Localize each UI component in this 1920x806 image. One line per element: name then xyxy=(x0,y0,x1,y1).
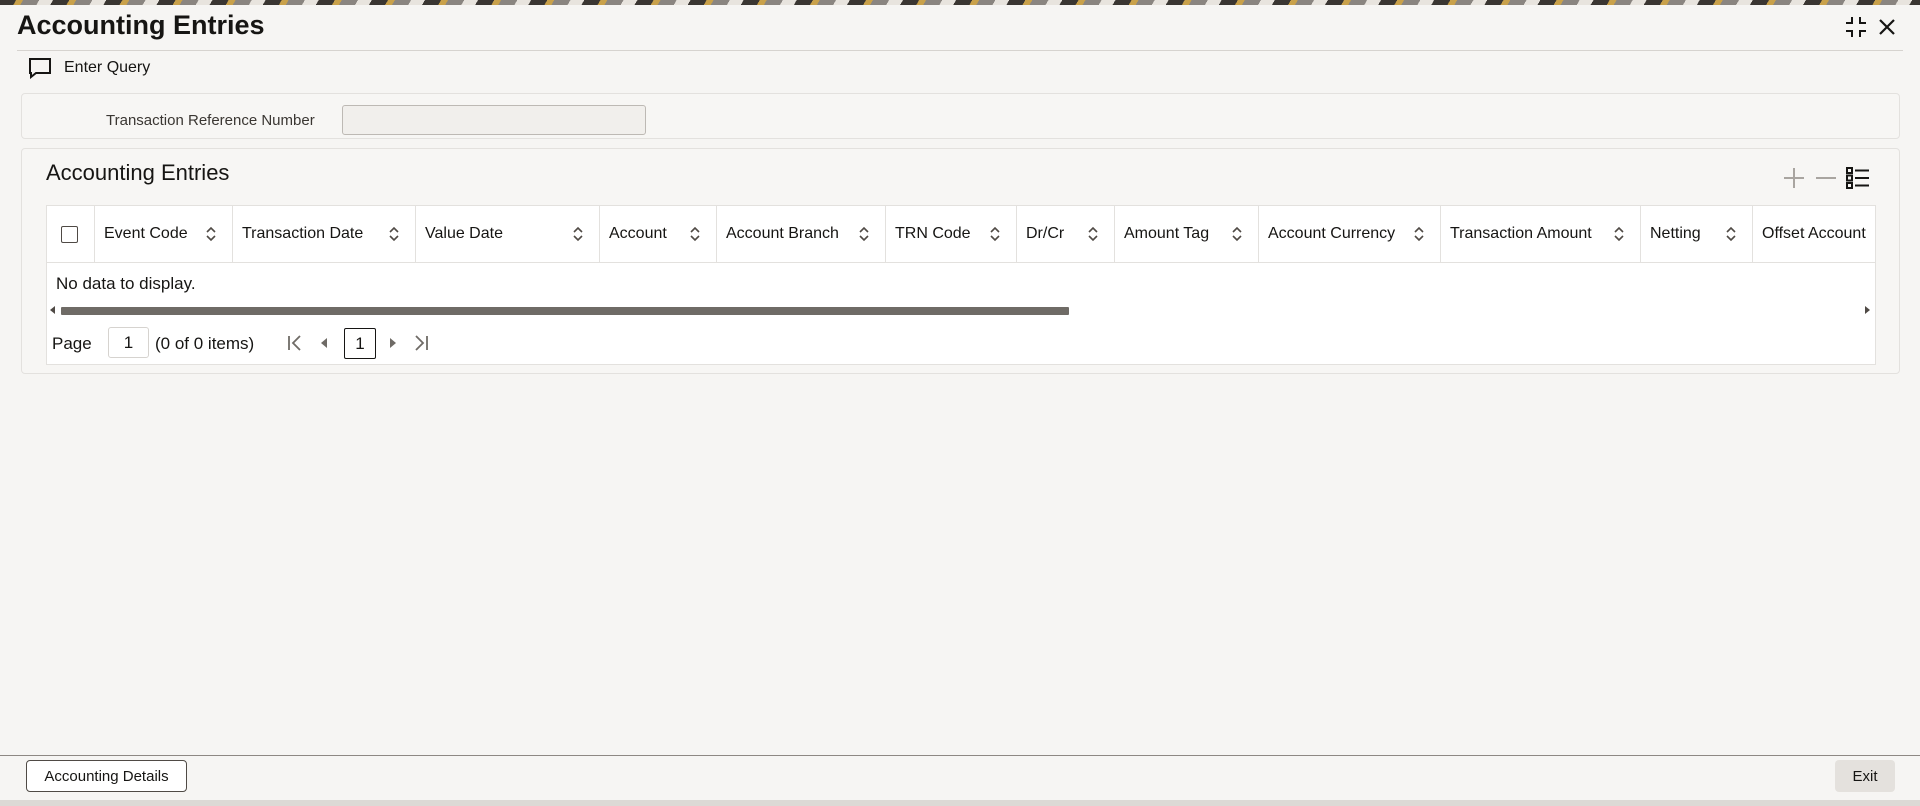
sort-icon xyxy=(1726,226,1736,242)
page-title: Accounting Entries xyxy=(17,10,265,40)
column-header-account-branch[interactable]: Account Branch xyxy=(717,206,886,262)
column-label: Account Currency xyxy=(1268,225,1396,242)
column-list-button[interactable] xyxy=(1844,164,1872,192)
exit-button[interactable]: Exit xyxy=(1835,760,1895,792)
sort-icon xyxy=(690,226,700,242)
enter-query-label: Enter Query xyxy=(64,59,151,76)
txn-ref-input[interactable] xyxy=(342,105,646,135)
enter-query-button[interactable]: Enter Query xyxy=(28,56,150,80)
column-label: Value Date xyxy=(425,225,503,242)
accounting-details-button[interactable]: Accounting Details xyxy=(26,760,187,792)
last-page-icon xyxy=(415,335,428,351)
sort-icon xyxy=(573,226,583,242)
column-label: Event Code xyxy=(104,225,188,242)
sort-icon xyxy=(1088,226,1098,242)
column-label: Dr/Cr xyxy=(1026,225,1065,242)
column-label: Offset Account xyxy=(1762,225,1866,242)
delete-row-button[interactable] xyxy=(1812,164,1840,192)
scroll-right-arrow[interactable] xyxy=(1865,306,1870,314)
column-label: Account xyxy=(609,225,667,242)
next-page-button[interactable] xyxy=(382,332,404,354)
previous-icon xyxy=(321,338,327,348)
sort-icon xyxy=(1614,226,1624,242)
column-header-transaction-date[interactable]: Transaction Date xyxy=(233,206,416,262)
sort-icon xyxy=(389,226,399,242)
first-page-icon xyxy=(288,335,301,351)
column-header-trn-code[interactable]: TRN Code xyxy=(886,206,1017,262)
column-header-account[interactable]: Account xyxy=(600,206,717,262)
column-label: Account Branch xyxy=(726,225,839,242)
footer-divider xyxy=(0,755,1920,756)
column-header-dr-cr[interactable]: Dr/Cr xyxy=(1017,206,1115,262)
column-label: Amount Tag xyxy=(1124,225,1210,242)
minus-icon xyxy=(1816,177,1836,179)
previous-page-button[interactable] xyxy=(313,332,335,354)
close-window-button[interactable] xyxy=(1874,14,1900,40)
current-page-indicator[interactable]: 1 xyxy=(344,328,376,359)
column-header-netting[interactable]: Netting xyxy=(1641,206,1753,262)
sort-icon xyxy=(1414,226,1424,242)
page-number-input[interactable]: 1 xyxy=(108,327,149,358)
scroll-left-arrow[interactable] xyxy=(50,306,55,314)
column-header-account-currency[interactable]: Account Currency xyxy=(1259,206,1441,262)
sort-icon xyxy=(859,226,869,242)
title-divider xyxy=(17,50,1903,51)
add-row-button[interactable] xyxy=(1780,164,1808,192)
sort-icon xyxy=(990,226,1000,242)
collapse-icon xyxy=(1846,17,1866,37)
pagination-bar: Page 1 (0 of 0 items) 1 xyxy=(47,324,647,360)
select-all-checkbox[interactable] xyxy=(61,225,78,243)
txn-ref-label: Transaction Reference Number xyxy=(106,112,315,129)
last-page-button[interactable] xyxy=(410,332,432,354)
chat-bubble-icon xyxy=(29,58,51,79)
sort-icon xyxy=(206,226,216,242)
sort-icon xyxy=(1232,226,1242,242)
column-label: TRN Code xyxy=(895,225,971,242)
item-count: (0 of 0 items) xyxy=(155,334,255,353)
column-header-offset-account[interactable]: Offset Account xyxy=(1753,206,1875,262)
column-header-transaction-amount[interactable]: Transaction Amount xyxy=(1441,206,1641,262)
close-icon xyxy=(1879,19,1895,35)
first-page-button[interactable] xyxy=(284,332,306,354)
column-label: Transaction Amount xyxy=(1450,225,1592,242)
footer-strip xyxy=(0,800,1920,806)
horizontal-scrollbar[interactable] xyxy=(47,303,1875,317)
minimize-window-button[interactable] xyxy=(1843,14,1869,40)
empty-grid-message: No data to display. xyxy=(56,274,196,293)
plus-icon xyxy=(1784,168,1804,188)
section-title: Accounting Entries xyxy=(46,160,230,185)
select-all-column xyxy=(47,206,95,262)
column-header-event-code[interactable]: Event Code xyxy=(95,206,233,262)
column-header-value-date[interactable]: Value Date xyxy=(416,206,600,262)
page-label: Page xyxy=(52,334,92,353)
column-label: Transaction Date xyxy=(242,225,364,242)
grid-header: Event Code Transaction Date Value Date A… xyxy=(47,206,1875,263)
scrollbar-thumb[interactable] xyxy=(61,307,1069,315)
header-decorative-band xyxy=(0,0,1920,5)
accounting-entries-grid: Event Code Transaction Date Value Date A… xyxy=(46,205,1876,365)
column-header-amount-tag[interactable]: Amount Tag xyxy=(1115,206,1259,262)
list-icon xyxy=(1846,167,1869,189)
next-icon xyxy=(390,338,396,348)
column-label: Netting xyxy=(1650,225,1701,242)
